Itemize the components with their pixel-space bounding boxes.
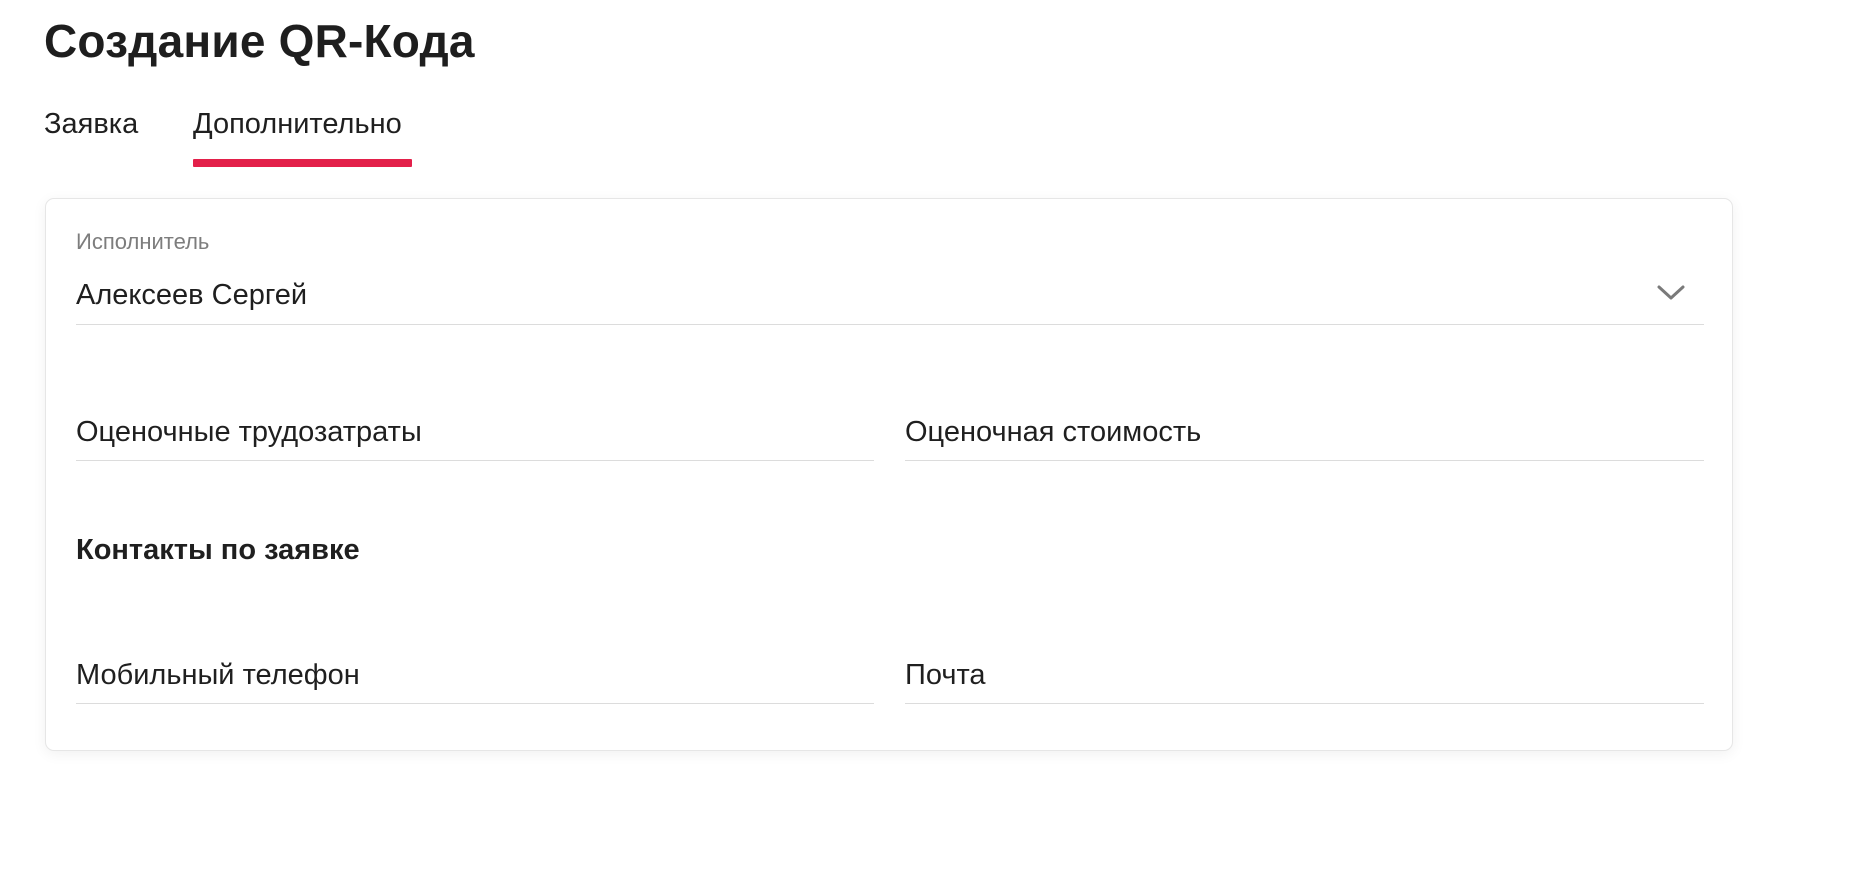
executor-label: Исполнитель [76,229,210,254]
contacts-section-title: Контакты по заявке [76,534,360,566]
estimated-cost-field[interactable]: Оценочная стоимость [905,413,1704,461]
email-field[interactable]: Почта [905,656,1704,704]
estimated-cost-placeholder: Оценочная стоимость [905,416,1202,448]
estimated-effort-field[interactable]: Оценочные трудозатраты [76,413,874,461]
executor-select[interactable]: Исполнитель Алексеев Сергей [76,199,1704,325]
mobile-phone-field[interactable]: Мобильный телефон [76,656,874,704]
active-tab-indicator [193,159,412,167]
additional-info-card: Исполнитель Алексеев Сергей Оценочные тр… [45,198,1733,751]
tab-bar: Заявка Дополнительно [44,100,844,170]
mobile-phone-placeholder: Мобильный телефон [76,659,360,691]
chevron-down-icon[interactable] [1656,283,1686,303]
page: Создание QR-Кода Заявка Дополнительно Ис… [0,0,1868,876]
estimated-effort-placeholder: Оценочные трудозатраты [76,416,422,448]
tab-request[interactable]: Заявка [44,100,138,148]
tab-additional[interactable]: Дополнительно [193,100,402,148]
email-placeholder: Почта [905,659,986,691]
page-title: Создание QR-Кода [44,15,475,67]
executor-value: Алексеев Сергей [76,279,308,311]
